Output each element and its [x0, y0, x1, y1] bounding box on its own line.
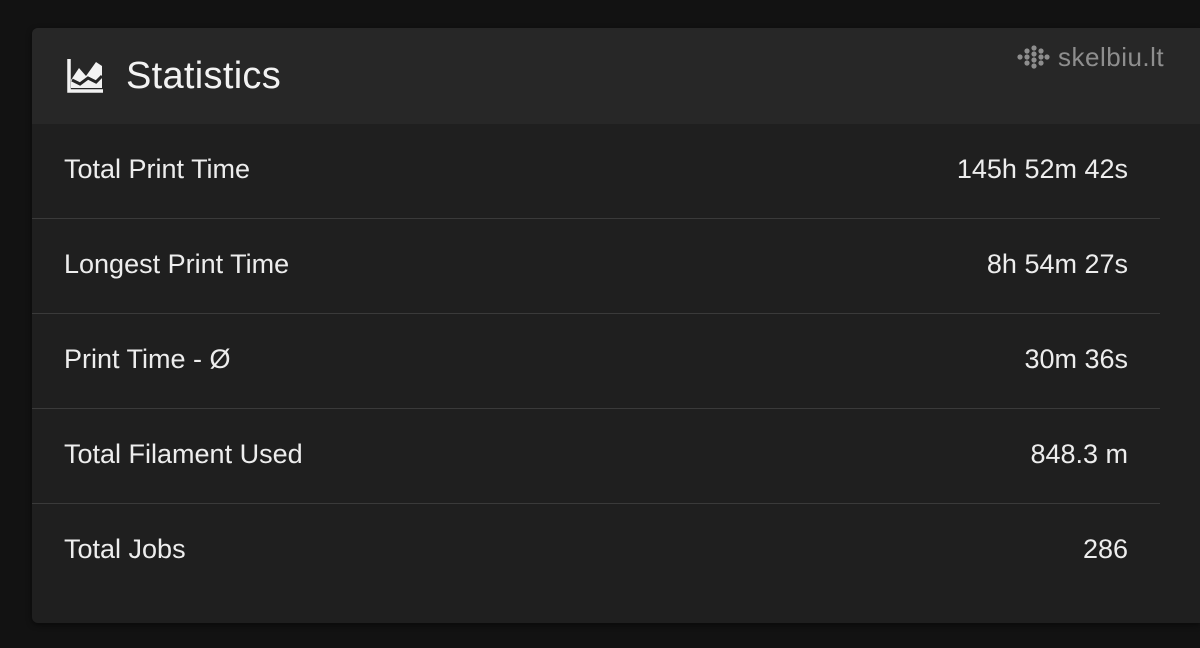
stat-value: 286 [1082, 534, 1128, 564]
stat-value: 30m 36s [1024, 344, 1128, 374]
stat-label: Total Jobs [64, 534, 186, 564]
card-header: Statistics skelbiu.lt [32, 28, 1200, 124]
watermark-text: skelbiu.lt [1058, 41, 1165, 72]
stat-row-average-print-time: Print Time - Ø 30m 36s [32, 314, 1160, 409]
stat-label: Print Time - Ø [64, 344, 231, 374]
page-title: Statistics [126, 55, 282, 97]
stat-label: Total Print Time [64, 154, 251, 184]
stat-row-longest-print-time: Longest Print Time 8h 54m 27s [32, 219, 1160, 314]
stat-value: 848.3 m [1030, 439, 1128, 469]
stat-label: Longest Print Time [64, 249, 290, 279]
stat-label: Total Filament Used [64, 439, 303, 469]
chart-line-icon [66, 56, 106, 94]
watermark: skelbiu.lt [1016, 42, 1164, 72]
stat-row-total-jobs: Total Jobs 286 [32, 504, 1160, 599]
stats-list: Total Print Time 145h 52m 42s Longest Pr… [32, 124, 1160, 599]
stat-value: 8h 54m 27s [986, 249, 1128, 279]
dots-logo-icon [1016, 44, 1050, 70]
stat-value: 145h 52m 42s [956, 154, 1128, 184]
stat-row-total-print-time: Total Print Time 145h 52m 42s [32, 124, 1160, 219]
statistics-card: Statistics skelbiu.lt Total Print Time 1… [32, 28, 1200, 623]
stat-row-total-filament-used: Total Filament Used 848.3 m [32, 409, 1160, 504]
